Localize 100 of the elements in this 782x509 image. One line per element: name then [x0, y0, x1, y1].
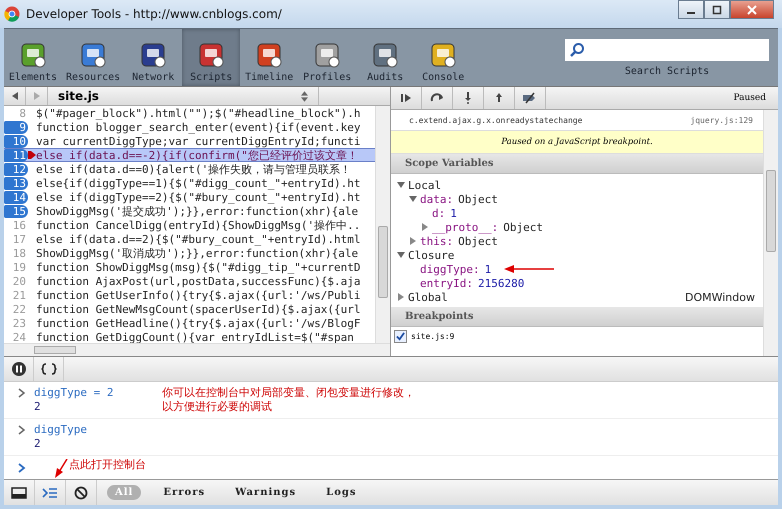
line-number[interactable]: 20: [4, 274, 28, 288]
paused-message: Paused on a JavaScript breakpoint.: [391, 130, 763, 154]
scrollbar[interactable]: [375, 106, 390, 343]
variable-value: Object: [503, 220, 543, 234]
expanded-triangle-icon[interactable]: [397, 181, 405, 189]
panel-tab[interactable]: Scripts: [182, 29, 240, 86]
braces-icon: [40, 363, 56, 375]
scrollbar[interactable]: [763, 110, 778, 356]
line-number[interactable]: 14: [4, 190, 28, 204]
maximize-icon: [712, 4, 722, 14]
prompt-icon: [18, 424, 26, 434]
code-text: function GetDiggCount(){var entryIdList=$("#span: [36, 330, 354, 343]
line-number[interactable]: 9: [4, 120, 28, 134]
app-icon: [4, 6, 20, 22]
pause-icon: [12, 362, 26, 376]
line-number[interactable]: 17: [4, 232, 28, 246]
horizontal-scrollbar[interactable]: [4, 343, 390, 356]
code-text: function blogger_search_enter(event){if(event.key: [36, 120, 361, 134]
panel-tab[interactable]: Audits: [356, 29, 414, 86]
console-result: 2: [34, 437, 41, 450]
section-header[interactable]: Breakpoints: [391, 307, 763, 327]
annotation-text: 点此打开控制台: [69, 457, 146, 472]
resume-icon: [400, 92, 412, 104]
updown-icon: [301, 90, 308, 102]
close-icon: [747, 4, 757, 14]
variable-name: data:: [420, 192, 454, 206]
console-command: diggType = 2: [34, 386, 114, 399]
line-number[interactable]: 8: [4, 106, 28, 120]
section-header[interactable]: Scope Variables: [391, 154, 763, 174]
code-text: $("#pager_block").html("");$("#headline_block").h: [36, 106, 361, 120]
line-number[interactable]: 24: [4, 330, 28, 343]
console-command: diggType: [34, 423, 87, 436]
expanded-triangle-icon[interactable]: [409, 195, 417, 203]
console-icon: [42, 486, 58, 498]
variable-value: 1: [484, 262, 492, 276]
dock-icon: [11, 486, 27, 498]
filter-button[interactable]: Errors: [155, 485, 214, 500]
code-text: ShowDiggMsg('提交成功');}},error:function(xhr){ale: [36, 204, 358, 218]
code-text: var currentDiggType;var currentDiggEntryId;functi: [36, 134, 361, 148]
checkbox[interactable]: [394, 330, 407, 343]
code-text: function CancelDigg(entryId){ShowDiggMsg('操作中..: [36, 218, 360, 232]
crossed-breakpoint-icon: [522, 92, 538, 104]
debugger-status: Paused: [733, 93, 767, 103]
variable-name: d:: [432, 206, 446, 220]
variable-value: Object: [458, 192, 498, 206]
up-arrow-icon: [493, 92, 505, 104]
filter-button[interactable]: Logs: [318, 485, 364, 500]
minimize-icon: [687, 12, 695, 14]
curved-arrow-icon: [430, 92, 444, 104]
code-text: else if(data.d==2){$("#bury_count_"+entryId).html: [36, 232, 361, 246]
panel-tab[interactable]: Console: [414, 29, 472, 86]
line-number[interactable]: 23: [4, 316, 28, 330]
panel-tab[interactable]: Resources: [62, 29, 124, 86]
line-number[interactable]: 12: [4, 162, 28, 176]
prompt-icon: [18, 388, 26, 398]
variable-value: Object: [458, 234, 498, 248]
right-triangle-icon: [32, 92, 40, 100]
annotation-text: 你可以在控制台中对局部变量、闭包变量进行修改，: [162, 386, 415, 400]
close-button[interactable]: [730, 0, 774, 19]
panel-tab[interactable]: Profiles: [298, 29, 356, 86]
panel-tab[interactable]: Timeline: [240, 29, 298, 86]
call-stack-frame[interactable]: c.extend.ajax.g.x.onreadystatechange jquery.js:129: [391, 110, 763, 130]
line-number[interactable]: 13: [4, 176, 28, 190]
search-field[interactable]: [565, 38, 769, 60]
panel-tab[interactable]: Network: [124, 29, 182, 86]
code-text: function ShowDiggMsg(msg){$("#digg_tip_"+currentD: [36, 260, 361, 274]
line-number[interactable]: 19: [4, 260, 28, 274]
line-number[interactable]: 22: [4, 302, 28, 316]
console-result: 2: [34, 400, 41, 413]
code-text: ShowDiggMsg('取消成功');}},error:function(xhr){ale: [36, 246, 358, 260]
variable-value: 2156280: [478, 276, 524, 290]
execution-arrow-icon: [28, 149, 36, 161]
variable-name: __proto__:: [432, 220, 498, 234]
line-number[interactable]: 15: [4, 204, 28, 218]
code-text: function GetHeadline(){try{$.ajax({url:'/ws/BlogF: [36, 316, 361, 330]
scope-name: Closure: [408, 248, 454, 262]
maximize-button[interactable]: [704, 0, 730, 19]
variable-value: DOMWindow: [685, 290, 756, 304]
collapsed-triangle-icon[interactable]: [421, 223, 429, 231]
window-title: Developer Tools - http://www.cnblogs.com/: [26, 7, 282, 21]
collapsed-triangle-icon[interactable]: [397, 293, 405, 301]
annotation-text: 以方便进行必要的调试: [162, 400, 273, 414]
variable-name: diggType:: [420, 262, 480, 276]
filter-button[interactable]: Warnings: [227, 485, 304, 500]
left-triangle-icon: [10, 92, 18, 100]
scope-name: Global: [408, 290, 448, 304]
line-number[interactable]: 10: [4, 134, 28, 148]
prompt-icon: [18, 462, 26, 472]
code-text: else if(data.d==-2){if(confirm("您已经评价过该文章！: [36, 148, 358, 162]
line-number[interactable]: 16: [4, 218, 28, 232]
expanded-triangle-icon[interactable]: [397, 251, 405, 259]
collapsed-triangle-icon[interactable]: [409, 237, 417, 245]
line-number[interactable]: 21: [4, 288, 28, 302]
minimize-button[interactable]: [678, 0, 704, 19]
code-text: function AjaxPost(url,postData,successFunc){$.aja: [36, 274, 361, 288]
line-number[interactable]: 18: [4, 246, 28, 260]
variable-name: this:: [420, 234, 454, 248]
panel-tab[interactable]: Elements: [4, 29, 62, 86]
line-number[interactable]: 11: [4, 148, 28, 162]
code-text: else if(data.d==0){alert('操作失败，请与管理员联系！: [36, 162, 352, 176]
